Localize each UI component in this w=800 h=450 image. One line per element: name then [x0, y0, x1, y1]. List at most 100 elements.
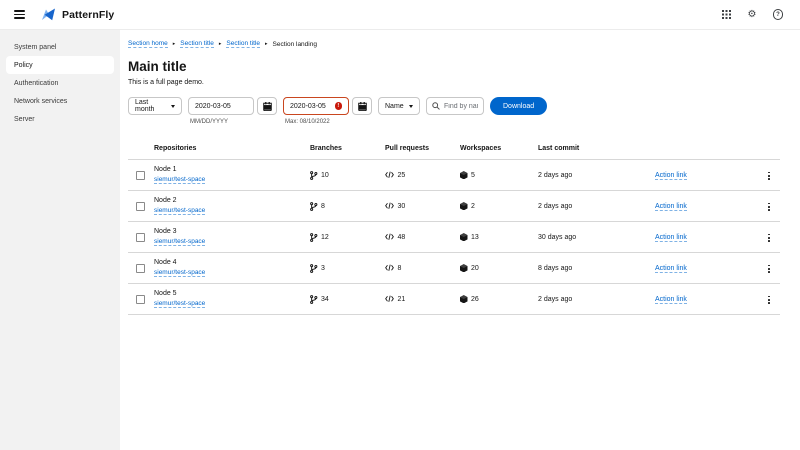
action-link[interactable]: Action link: [655, 234, 687, 242]
patternfly-logo-icon: [41, 7, 56, 22]
action-link[interactable]: Action link: [655, 203, 687, 211]
kebab-cell: [760, 253, 780, 284]
date-to-input[interactable]: 2020-03-05 !: [283, 97, 349, 115]
search-input[interactable]: [444, 103, 478, 110]
code-branch-icon: [310, 264, 318, 273]
table-row: Node 4 siemur/test-space 3: [128, 253, 780, 284]
branches-cell: 12: [310, 222, 385, 253]
kebab-cell: [760, 160, 780, 191]
date-to-calendar-button[interactable]: [352, 97, 372, 115]
branches-cell: 3: [310, 253, 385, 284]
workspaces-count: 5: [471, 172, 475, 179]
date-from-value: 2020-03-05: [195, 103, 231, 110]
repo-link[interactable]: siemur/test-space: [154, 300, 205, 308]
cube-icon: [460, 171, 468, 180]
sidebar-item-network-services[interactable]: Network services: [6, 92, 114, 110]
brand-logo[interactable]: PatternFly: [41, 7, 114, 22]
workspaces-cell: 2: [460, 191, 538, 222]
last-commit-cell: 2 days ago: [538, 160, 655, 191]
kebab-menu-icon[interactable]: [764, 263, 774, 275]
kebab-menu-icon[interactable]: [764, 294, 774, 306]
pull-requests-cell: 30: [385, 191, 460, 222]
toolbar: Last month 2020-03-05: [128, 97, 780, 125]
kebab-menu-icon[interactable]: [764, 170, 774, 182]
repository-cell: Node 2 siemur/test-space: [154, 191, 310, 222]
pull-requests-count: 25: [398, 172, 406, 179]
last-commit-text: 8 days ago: [538, 265, 572, 272]
node-name: Node 3: [154, 228, 304, 235]
brand-name: PatternFly: [62, 9, 114, 21]
attribute-select[interactable]: Name: [378, 97, 420, 115]
nav-toggle-menu-icon[interactable]: [12, 8, 27, 21]
breadcrumb-link-2[interactable]: Section title: [226, 40, 260, 48]
row-checkbox[interactable]: [136, 202, 145, 211]
header-kebab-cell: [760, 139, 780, 160]
download-button[interactable]: Download: [490, 97, 547, 115]
repositories-table: Repositories Branches Pull requests Work…: [128, 139, 780, 315]
cube-icon: [460, 202, 468, 211]
code-icon: [385, 202, 394, 210]
code-branch-icon: [310, 171, 318, 180]
help-question-icon[interactable]: ?: [772, 9, 784, 21]
date-from-calendar-button[interactable]: [257, 97, 277, 115]
action-link[interactable]: Action link: [655, 296, 687, 304]
repo-link[interactable]: siemur/test-space: [154, 238, 205, 246]
date-from-group: 2020-03-05 MM/DD/YYYY: [188, 97, 277, 125]
breadcrumb-link-home[interactable]: Section home: [128, 40, 168, 48]
repository-cell: Node 1 siemur/test-space: [154, 160, 310, 191]
row-checkbox[interactable]: [136, 171, 145, 180]
row-checkbox[interactable]: [136, 233, 145, 242]
attribute-select-value: Name: [385, 103, 404, 110]
action-cell: Action link: [655, 284, 760, 315]
row-checkbox[interactable]: [136, 264, 145, 273]
header-repositories: Repositories: [154, 139, 310, 160]
workspaces-count: 20: [471, 265, 479, 272]
node-name: Node 2: [154, 197, 304, 204]
period-select[interactable]: Last month: [128, 97, 182, 115]
table-row: Node 2 siemur/test-space 8: [128, 191, 780, 222]
kebab-menu-icon[interactable]: [764, 201, 774, 213]
app-launcher-grid-icon[interactable]: [720, 9, 732, 21]
code-icon: [385, 295, 394, 303]
sidebar-item-policy[interactable]: Policy: [6, 56, 114, 74]
last-commit-text: 2 days ago: [538, 296, 572, 303]
branches-count: 8: [321, 203, 325, 210]
table-row: Node 3 siemur/test-space 12: [128, 222, 780, 253]
last-commit-text: 2 days ago: [538, 203, 572, 210]
header-checkbox-cell: [128, 139, 154, 160]
sidebar-item-authentication[interactable]: Authentication: [6, 74, 114, 92]
branches-cell: 34: [310, 284, 385, 315]
last-commit-cell: 30 days ago: [538, 222, 655, 253]
branches-cell: 10: [310, 160, 385, 191]
header-branches: Branches: [310, 139, 385, 160]
action-link[interactable]: Action link: [655, 172, 687, 180]
repo-link[interactable]: siemur/test-space: [154, 269, 205, 277]
last-commit-cell: 2 days ago: [538, 284, 655, 315]
sidebar-item-server[interactable]: Server: [6, 110, 114, 128]
workspaces-count: 2: [471, 203, 475, 210]
page-title: Main title: [128, 59, 780, 74]
row-checkbox-cell: [128, 284, 154, 315]
header-action-cell: [655, 139, 760, 160]
kebab-menu-icon[interactable]: [764, 232, 774, 244]
repo-link[interactable]: siemur/test-space: [154, 176, 205, 184]
action-link[interactable]: Action link: [655, 265, 687, 273]
repository-cell: Node 3 siemur/test-space: [154, 222, 310, 253]
action-cell: Action link: [655, 222, 760, 253]
repo-link[interactable]: siemur/test-space: [154, 207, 205, 215]
code-icon: [385, 264, 394, 272]
sidebar-item-system-panel[interactable]: System panel: [6, 38, 114, 56]
breadcrumb-link-1[interactable]: Section title: [180, 40, 214, 48]
pull-requests-count: 8: [398, 265, 402, 272]
search-icon: [432, 102, 440, 110]
branches-count: 3: [321, 265, 325, 272]
masthead-actions: ⚙ ?: [720, 9, 788, 21]
code-icon: [385, 233, 394, 241]
last-commit-cell: 8 days ago: [538, 253, 655, 284]
chevron-down-icon: [409, 105, 413, 108]
pull-requests-count: 30: [398, 203, 406, 210]
last-commit-text: 2 days ago: [538, 172, 572, 179]
date-from-input[interactable]: 2020-03-05: [188, 97, 254, 115]
row-checkbox[interactable]: [136, 295, 145, 304]
settings-gear-icon[interactable]: ⚙: [746, 9, 758, 21]
